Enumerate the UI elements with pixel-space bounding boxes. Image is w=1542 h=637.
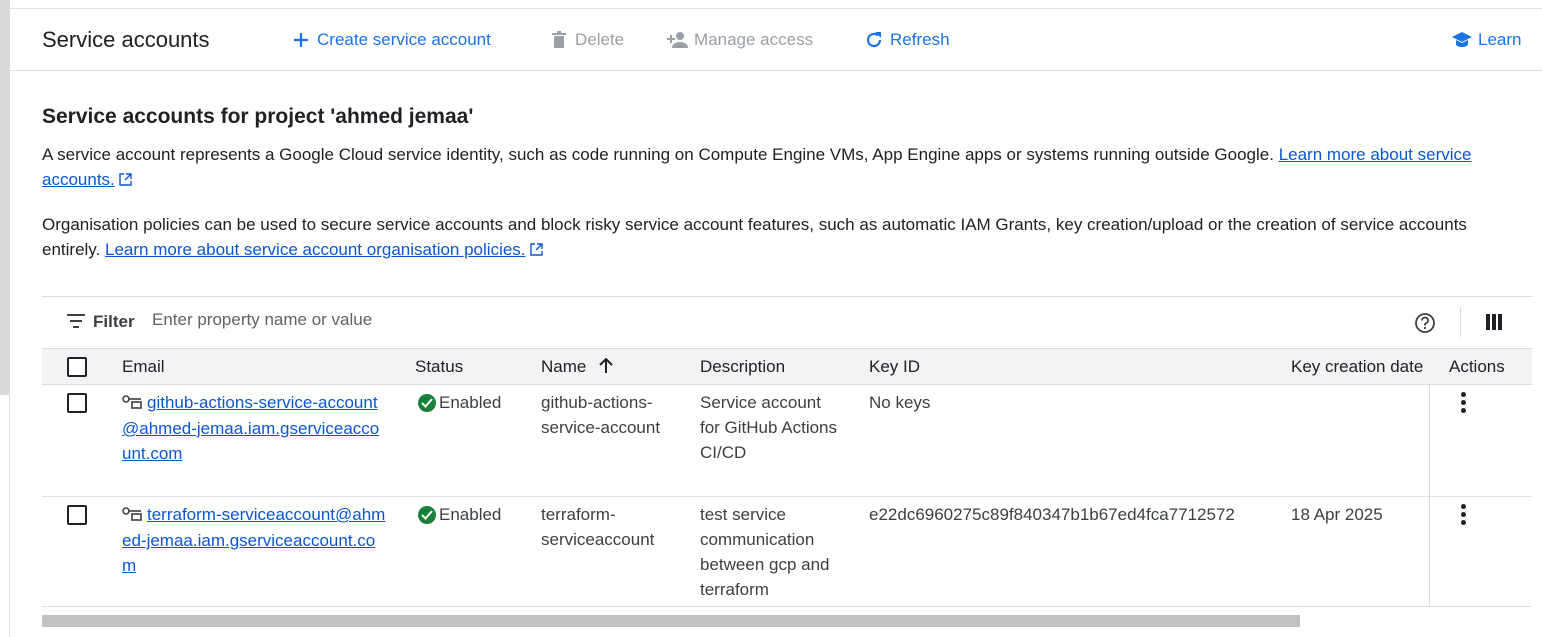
column-status[interactable]: Status <box>415 357 463 377</box>
para1-text: A service account represents a Google Cl… <box>42 145 1274 164</box>
toolbar: Service accounts Create service account … <box>10 9 1542 71</box>
org-policies-description: Organisation policies can be used to sec… <box>42 212 1522 263</box>
select-all-checkbox[interactable] <box>67 357 87 377</box>
school-icon <box>1451 29 1473 51</box>
status-cell: Enabled <box>418 390 501 415</box>
create-service-account-button[interactable]: Create service account <box>290 29 491 51</box>
refresh-button[interactable]: Refresh <box>863 29 950 51</box>
column-key-creation-date[interactable]: Key creation date <box>1291 357 1431 377</box>
learn-more-org-policies-link-text: Learn more about service account organis… <box>105 240 526 259</box>
filter-input[interactable] <box>150 309 650 331</box>
row-checkbox[interactable] <box>67 393 87 413</box>
open-in-new-icon <box>119 168 132 193</box>
column-name-label: Name <box>541 357 587 376</box>
row-checkbox[interactable] <box>67 505 87 525</box>
service-account-email-link[interactable]: github-actions-service-account@ahmed-jem… <box>122 393 379 463</box>
key-account-icon <box>122 391 142 416</box>
service-accounts-table: Filter Email Status Name Description Key… <box>42 296 1532 627</box>
description-cell: Service account for GitHub Actions CI/CD <box>700 393 838 462</box>
column-name[interactable]: Name <box>541 357 613 379</box>
open-in-new-icon <box>529 238 543 263</box>
horizontal-scrollbar[interactable] <box>42 615 1300 627</box>
trash-icon <box>548 29 570 51</box>
left-scrollbar-thumb[interactable] <box>0 0 10 395</box>
name-cell: terraform-serviceaccount <box>541 505 655 549</box>
email-cell: github-actions-service-account@ahmed-jem… <box>122 390 387 466</box>
key-creation-date-cell: 18 Apr 2025 <box>1291 505 1383 524</box>
filter-icon <box>67 314 85 333</box>
columns-icon[interactable] <box>1486 314 1502 335</box>
create-service-account-label: Create service account <box>317 29 491 49</box>
person-add-icon <box>667 29 689 51</box>
key-account-icon <box>122 503 142 528</box>
key-id-cell: No keys <box>869 393 931 412</box>
delete-label: Delete <box>575 29 625 49</box>
column-description[interactable]: Description <box>700 357 785 377</box>
check-circle-icon <box>418 505 436 524</box>
learn-label: Learn <box>1478 29 1522 49</box>
page-title: Service accounts <box>42 26 210 52</box>
more-vert-icon[interactable] <box>1461 392 1467 416</box>
section-title: Service accounts for project 'ahmed jema… <box>42 105 474 128</box>
refresh-label: Refresh <box>890 29 950 49</box>
left-scrollbar[interactable] <box>0 0 10 637</box>
refresh-icon <box>863 29 885 51</box>
help-icon[interactable] <box>1414 312 1436 339</box>
filter-bar: Filter <box>42 297 1532 348</box>
description-cell: test service communication between gcp a… <box>700 505 830 599</box>
status-cell: Enabled <box>418 502 501 527</box>
service-account-email-link[interactable]: terraform-serviceaccount@ahmed-jemaa.iam… <box>122 505 385 575</box>
check-circle-icon <box>418 393 436 412</box>
learn-button[interactable]: Learn <box>1451 29 1521 51</box>
table-row: terraform-serviceaccount@ahmed-jemaa.iam… <box>42 497 1532 607</box>
email-cell: terraform-serviceaccount@ahmed-jemaa.iam… <box>122 502 387 578</box>
actions-column-divider <box>1429 385 1430 607</box>
status-text: Enabled <box>439 393 502 412</box>
table-row: github-actions-service-account@ahmed-jem… <box>42 385 1532 497</box>
manage-access-label: Manage access <box>694 29 814 49</box>
column-email[interactable]: Email <box>122 357 165 377</box>
key-id-cell: e22dc6960275c89f840347b1b67ed4fca7712572 <box>869 505 1235 524</box>
plus-icon <box>290 29 312 51</box>
arrow-up-icon <box>599 357 613 379</box>
toolbar-separator <box>1460 307 1461 337</box>
filter-label: Filter <box>93 312 135 331</box>
delete-button[interactable]: Delete <box>548 29 624 51</box>
table-header: Email Status Name Description Key ID Key… <box>42 348 1532 385</box>
manage-access-button[interactable]: Manage access <box>667 29 813 51</box>
column-key-id[interactable]: Key ID <box>869 357 920 377</box>
status-text: Enabled <box>439 505 502 524</box>
column-actions: Actions <box>1449 357 1505 376</box>
service-account-description: A service account represents a Google Cl… <box>42 142 1522 193</box>
more-vert-icon[interactable] <box>1461 504 1467 528</box>
learn-more-org-policies-link[interactable]: Learn more about service account organis… <box>105 240 526 259</box>
name-cell: github-actions-service-account <box>541 393 661 437</box>
